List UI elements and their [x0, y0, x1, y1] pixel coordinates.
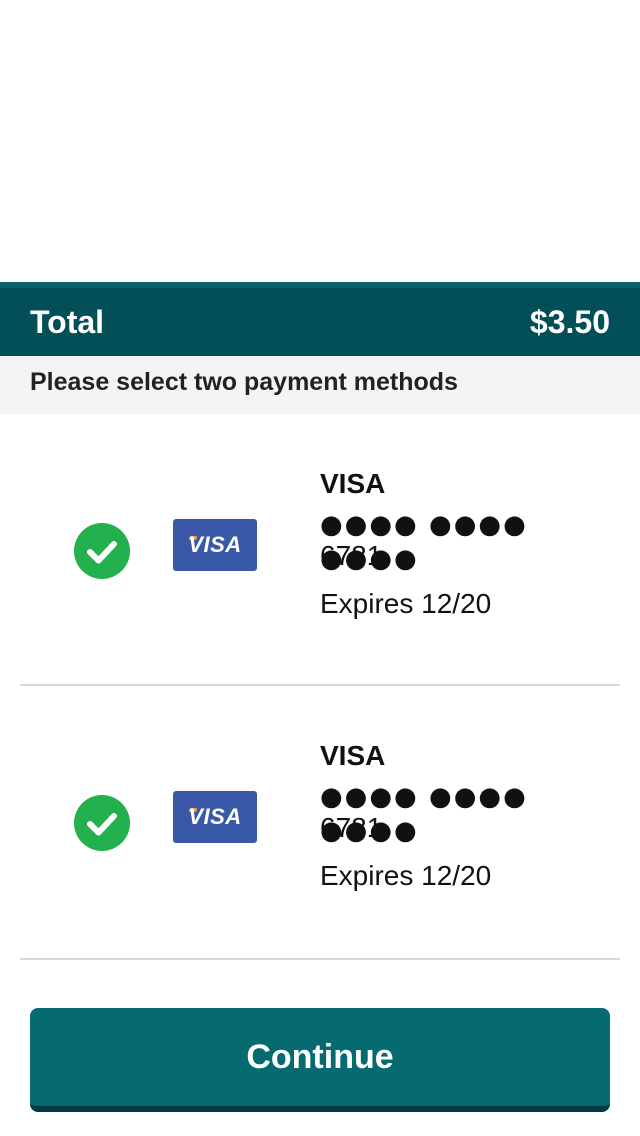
blank-top-area — [0, 0, 640, 280]
card-brand: VISA — [320, 468, 386, 499]
instructions-text: Please select two payment methods — [30, 368, 458, 396]
visa-logo-icon: VISA — [173, 791, 257, 843]
card-masked-number: ●●●● ●●●● ●●●● — [320, 782, 528, 846]
instructions-banner: Please select two payment methods — [0, 356, 640, 414]
visa-logo-text: VISA — [188, 532, 242, 557]
divider — [20, 958, 620, 960]
payment-method-item[interactable]: VISA VISA ●●●● ●●●● ●●●● 6781 Expires 12… — [0, 414, 640, 686]
card-details: VISA ●●●● ●●●● ●●●● 6781 Expires 12/20 — [320, 466, 620, 622]
total-bar: Total $3.50 — [0, 282, 640, 356]
total-label: Total — [30, 304, 105, 340]
card-last4: 6781 — [320, 540, 383, 571]
check-circle-icon[interactable] — [74, 795, 130, 851]
payment-method-item[interactable]: VISA VISA ●●●● ●●●● ●●●● 6781 Expires 12… — [0, 686, 640, 960]
visa-logo-text: VISA — [188, 804, 242, 829]
check-circle-icon[interactable] — [74, 523, 130, 579]
card-last4: 6781 — [320, 812, 383, 843]
card-expiry: Expires 12/20 — [320, 860, 492, 891]
visa-logo-icon: VISA — [173, 519, 257, 571]
card-details: VISA ●●●● ●●●● ●●●● 6781 Expires 12/20 — [320, 738, 620, 894]
card-expiry: Expires 12/20 — [320, 588, 492, 619]
card-brand: VISA — [320, 740, 386, 771]
payment-method-list: VISA VISA ●●●● ●●●● ●●●● 6781 Expires 12… — [0, 414, 640, 960]
continue-button[interactable]: Continue — [30, 1008, 610, 1112]
total-amount: $3.50 — [529, 304, 610, 340]
card-masked-number: ●●●● ●●●● ●●●● — [320, 510, 528, 574]
